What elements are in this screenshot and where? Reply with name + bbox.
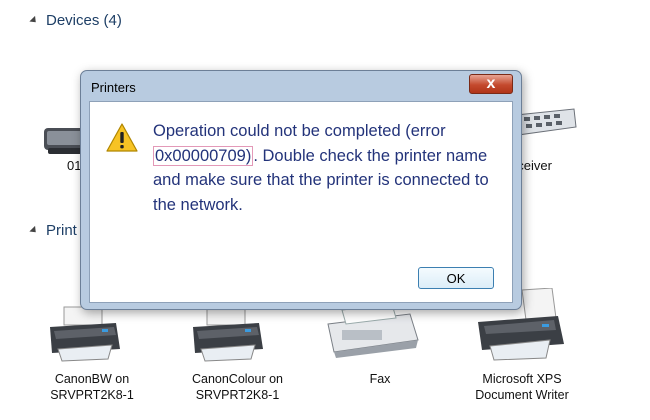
printer-icon[interactable] [187, 305, 267, 365]
error-message: Operation could not be completed (error … [153, 119, 498, 217]
close-button[interactable]: x [469, 74, 513, 94]
collapse-triangle-icon[interactable] [29, 225, 39, 236]
printer-label-canonbw[interactable]: CanonBW on SRVPRT2K8-1 [42, 371, 142, 403]
printers-group-label: Print [46, 222, 77, 239]
collapse-triangle-icon[interactable] [29, 15, 39, 26]
printer-icon[interactable] [44, 305, 124, 365]
printer-label-fax[interactable]: Fax [340, 371, 420, 387]
printer-label-canoncolour[interactable]: CanonColour on SRVPRT2K8-1 [180, 371, 295, 403]
dialog-titlebar[interactable]: Printers x [81, 71, 521, 99]
printer-label-xps[interactable]: Microsoft XPS Document Writer [462, 371, 582, 403]
warning-icon [106, 123, 138, 152]
close-icon: x [486, 75, 496, 92]
devices-group-header[interactable]: Devices (4) [29, 12, 122, 29]
error-message-intro: Operation could not be completed (error [153, 122, 446, 140]
dialog-body: Operation could not be completed (error … [89, 101, 513, 303]
printers-error-dialog: Printers x Operation could not be comple… [80, 70, 522, 310]
printers-group-header[interactable]: Print [29, 222, 77, 239]
ok-button[interactable]: OK [418, 267, 494, 289]
error-code-highlight: 0x00000709) [153, 145, 254, 166]
devices-group-label: Devices (4) [46, 12, 122, 29]
dialog-title: Printers [91, 80, 136, 95]
